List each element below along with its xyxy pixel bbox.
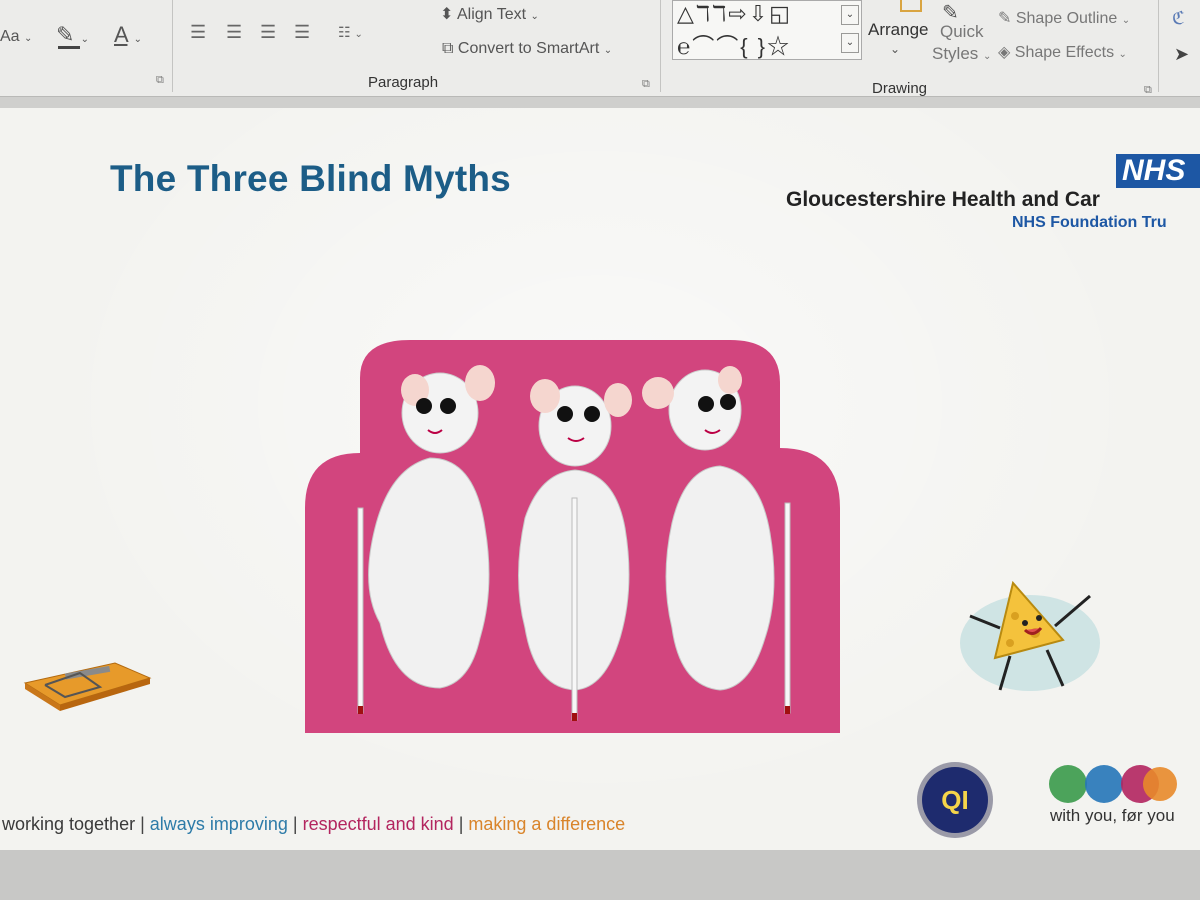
qi-badge-text: QI <box>941 785 968 815</box>
nhs-logo: NHS <box>1116 154 1200 188</box>
brand-tagline: with you, før you <box>1050 806 1175 825</box>
shapes-row-1[interactable]: △ℸℸ⇨⇩◱ <box>677 1 792 27</box>
align-center-icon[interactable]: ☰ <box>226 22 242 43</box>
gallery-scroll-up-icon[interactable]: ⌄ <box>841 5 859 25</box>
group-divider <box>172 0 173 92</box>
highlight-color-button[interactable]: ✎ ⌄ <box>56 22 89 48</box>
group-divider <box>660 0 661 92</box>
columns-button[interactable]: ☷ ⌄ <box>338 24 363 41</box>
columns-icon: ☷ <box>338 24 351 40</box>
pencil-icon: ✎ <box>998 10 1012 27</box>
paragraph-group-label: Paragraph <box>368 74 439 91</box>
shape-outline-button[interactable]: ✎ Shape Outline ⌄ <box>998 8 1130 28</box>
drawing-dialog-launcher-icon[interactable]: ⧉ <box>1144 84 1152 97</box>
organisation-name: Gloucestershire Health and Car <box>786 188 1100 211</box>
value-separator: | <box>140 814 145 834</box>
replace-icon[interactable]: ℭ <box>1172 8 1185 29</box>
align-right-icon[interactable]: ☰ <box>260 22 276 43</box>
convert-smartart-label: Convert to SmartArt <box>457 40 600 57</box>
chevron-down-icon: ⌄ <box>133 34 142 45</box>
group-divider <box>1158 0 1159 92</box>
mousetrap-image[interactable] <box>20 653 155 713</box>
brand-circles-logo <box>1049 765 1177 803</box>
slide-canvas[interactable]: The Three Blind Myths NHS Gloucestershir… <box>0 108 1200 850</box>
value-working-together: working together <box>2 814 136 834</box>
value-always-improving: always improving <box>149 814 288 834</box>
align-text-label: Align Text <box>456 6 527 23</box>
cheese-character-image[interactable] <box>955 578 1105 703</box>
status-area <box>0 850 1200 900</box>
quick-styles-button-lower[interactable]: Styles ⌄ <box>932 44 991 64</box>
change-case-button[interactable]: Aa ⌄ <box>0 28 32 46</box>
font-dialog-launcher-icon[interactable]: ⧉ <box>156 74 164 87</box>
align-left-icon[interactable]: ☰ <box>190 22 206 43</box>
arrange-button[interactable]: Arrange <box>868 20 928 40</box>
align-text-button[interactable]: ⬍ Align Text ⌄ <box>440 4 539 24</box>
chevron-down-icon: ⌄ <box>603 45 613 56</box>
highlighter-icon: ✎ <box>56 22 75 47</box>
chevron-down-icon[interactable]: ⌄ <box>890 42 900 56</box>
shape-effects-button[interactable]: ◈ Shape Effects ⌄ <box>998 42 1127 62</box>
convert-smartart-button[interactable]: ⧉ Convert to SmartArt ⌄ <box>442 40 612 58</box>
arrange-icon <box>900 0 922 12</box>
arrange-label: Arrange <box>868 20 929 39</box>
value-respectful-kind: respectful and kind <box>302 814 454 834</box>
shape-outline-label: Shape Outline <box>1015 10 1118 27</box>
shape-effects-label: Shape Effects <box>1014 44 1115 61</box>
quick-styles-label: Quick <box>940 22 984 41</box>
quick-styles-button[interactable]: Quick <box>940 22 983 42</box>
qi-badge-logo: QI <box>917 762 993 838</box>
values-strapline: working together | always improving | re… <box>2 814 625 835</box>
drawing-group-label: Drawing <box>872 80 928 97</box>
justify-icon[interactable]: ☰ <box>294 22 310 43</box>
gallery-more-icon[interactable]: ⌄ <box>841 33 859 53</box>
quick-styles-label: Styles <box>932 44 979 63</box>
value-making-difference: making a difference <box>468 814 626 834</box>
chevron-down-icon: ⌄ <box>530 11 539 22</box>
chevron-down-icon: ⌄ <box>24 33 33 44</box>
font-color-button[interactable]: A ⌄ <box>114 22 142 48</box>
chevron-down-icon: ⌄ <box>983 51 992 62</box>
paragraph-dialog-launcher-icon[interactable]: ⧉ <box>642 78 650 91</box>
three-mice-image[interactable] <box>300 338 845 736</box>
chevron-down-icon: ⌄ <box>1121 15 1131 26</box>
smartart-icon: ⧉ <box>442 40 454 57</box>
shapes-gallery[interactable]: △ℸℸ⇨⇩◱ ℮⌒⌒{ }☆ ⌄ ⌄ <box>672 0 862 60</box>
select-cursor-icon[interactable]: ➤ <box>1174 44 1189 65</box>
organisation-subtitle: NHS Foundation Tru <box>1012 214 1167 231</box>
shape-effects-icon: ◈ <box>998 44 1011 61</box>
font-color-icon: A <box>114 22 128 47</box>
align-text-icon: ⬍ <box>440 6 454 23</box>
value-separator: | <box>458 814 464 834</box>
slide-title[interactable]: The Three Blind Myths <box>110 158 511 200</box>
chevron-down-icon: ⌄ <box>80 34 89 45</box>
ribbon-toolbar: Aa ⌄ ✎ ⌄ A ⌄ ⧉ ☰ ☰ ☰ ☰ ☷ ⌄ ⬍ Align Text … <box>0 0 1200 97</box>
change-case-label: Aa <box>0 28 20 45</box>
chevron-down-icon: ⌄ <box>354 29 363 40</box>
shapes-row-2[interactable]: ℮⌒⌒{ }☆ <box>677 29 791 61</box>
value-separator: | <box>292 814 298 834</box>
chevron-down-icon: ⌄ <box>1118 49 1127 60</box>
highlight-color-swatch <box>58 46 80 49</box>
